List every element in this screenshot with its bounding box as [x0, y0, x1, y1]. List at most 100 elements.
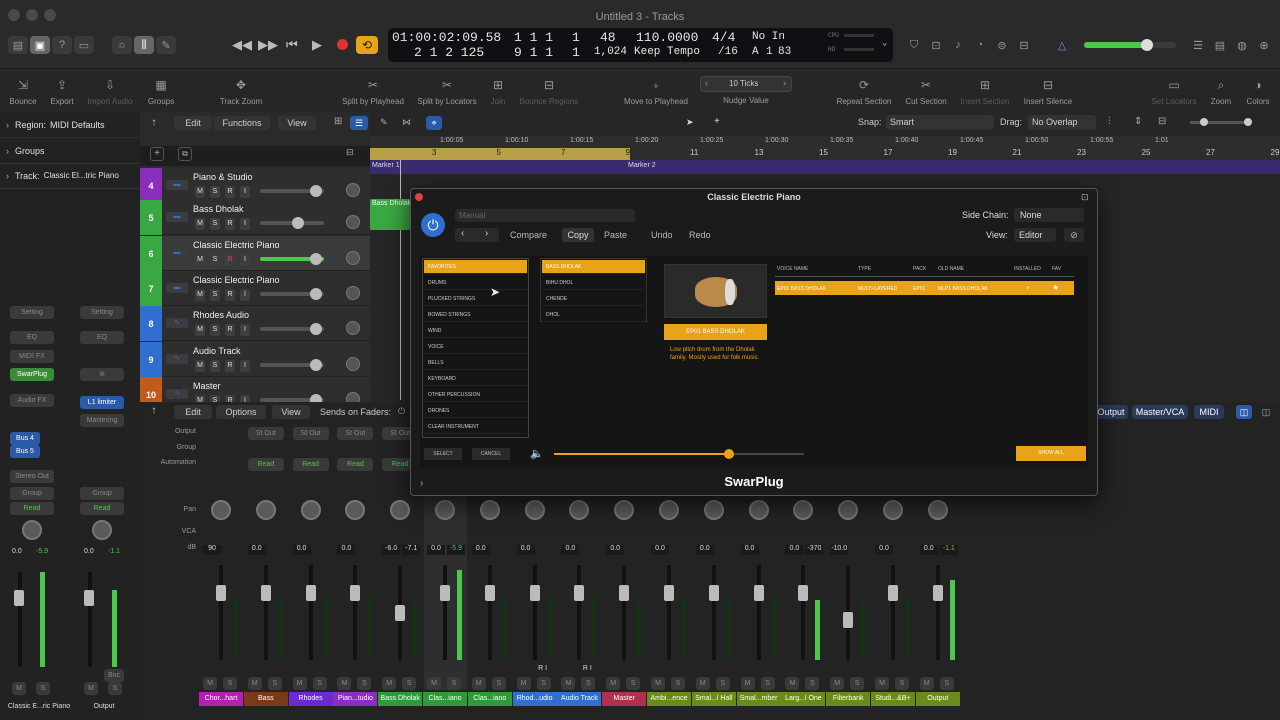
autopunch-icon[interactable]: ⊟ — [1014, 36, 1034, 54]
strip-fader[interactable] — [395, 605, 406, 621]
column-header[interactable]: INSTALLED — [1014, 266, 1041, 272]
subcategory-item[interactable]: DHOL — [542, 308, 645, 322]
track-input-button[interactable]: I — [240, 324, 250, 336]
volume-thumb[interactable] — [724, 449, 734, 459]
column-header[interactable]: TYPE — [858, 266, 871, 272]
strip-mute-button[interactable]: M — [830, 677, 845, 690]
strip-pan-knob[interactable] — [703, 500, 724, 520]
left-automation-read[interactable]: Read — [10, 502, 54, 515]
category-item[interactable]: DRUMS — [424, 276, 527, 290]
track-pan-knob[interactable] — [346, 357, 360, 371]
nudge-left-chevron-icon[interactable]: ‹ — [705, 78, 708, 88]
plugin-resize-icon[interactable]: ⊡ — [1081, 192, 1089, 203]
strip-mute-button[interactable]: M — [471, 677, 486, 690]
mixer-edit-menu[interactable]: Edit — [174, 405, 212, 419]
paste-button[interactable]: Paste — [604, 230, 627, 240]
strip-fader[interactable] — [753, 585, 764, 601]
strip-fader[interactable] — [574, 585, 585, 601]
lcd-display[interactable]: 01:00:02:09.58 1 1 1 1 2 1 2 125 9 1 1 1… — [388, 28, 893, 62]
strip-name[interactable]: Bass Dholak — [378, 692, 423, 706]
horizontal-zoom-thumb[interactable] — [1244, 118, 1252, 126]
secondary-tool-icon[interactable]: + — [714, 116, 720, 127]
repeat-section-button[interactable]: ⟳ Repeat Section — [832, 78, 896, 106]
next-preset-chevron-icon[interactable]: › — [485, 228, 488, 239]
side-chain-select[interactable]: None — [1014, 208, 1084, 222]
left-fader[interactable] — [14, 590, 24, 606]
strip-pan-knob[interactable] — [927, 500, 948, 520]
strip-name[interactable]: Chor...hart — [199, 692, 243, 706]
strip-name[interactable]: Output — [915, 692, 960, 706]
strip-pan-knob[interactable] — [748, 500, 769, 520]
bounce-button[interactable]: ⇲ Bounce — [6, 78, 40, 106]
track-volume-thumb[interactable] — [292, 217, 304, 229]
region-inspector[interactable]: › Region: MIDI Defaults — [0, 112, 140, 138]
track-record-button[interactable]: R — [225, 254, 235, 266]
global-tracks-icon[interactable]: ⊟ — [346, 147, 354, 158]
strip-record-input[interactable]: R I — [577, 665, 597, 672]
column-header[interactable]: PACK — [913, 266, 926, 272]
region-bass-dholak[interactable]: Bass Dholak — [370, 199, 411, 230]
strip-record-input[interactable]: R I — [533, 665, 553, 672]
strip-mute-button[interactable]: M — [427, 677, 441, 690]
strip-fader[interactable] — [888, 585, 898, 601]
strip-name[interactable]: Larg...l One — [781, 692, 826, 706]
track-pan-knob[interactable] — [346, 215, 360, 229]
select-button[interactable]: SELECT — [424, 448, 462, 460]
strip-pan-knob[interactable] — [479, 500, 500, 520]
strip-name[interactable]: Smal...l Hall — [691, 692, 736, 706]
l1-limiter-slot[interactable]: L1 limiter — [80, 396, 124, 409]
left-pan-knob[interactable] — [22, 520, 42, 540]
strip-mute-button[interactable]: M — [606, 677, 621, 690]
strip-solo-button[interactable]: S — [760, 677, 775, 690]
arrange-functions-menu[interactable]: Functions — [214, 116, 270, 130]
track-pan-knob[interactable] — [346, 321, 360, 335]
track-volume-thumb[interactable] — [310, 253, 322, 265]
strip-pan-knob[interactable] — [300, 500, 321, 520]
duplicate-track-icon[interactable]: ⧉ — [178, 147, 192, 161]
inspector-icon[interactable]: ▣ — [30, 36, 50, 54]
play-icon[interactable]: ▶ — [312, 37, 322, 53]
mixer-options-menu[interactable]: Options — [216, 405, 266, 419]
strip-solo-button[interactable]: S — [491, 677, 506, 690]
import-audio-button[interactable]: ⇩ Import Audio — [84, 78, 136, 106]
track-record-button[interactable]: R — [225, 186, 235, 198]
track-mute-button[interactable]: M — [195, 218, 205, 230]
track-zoom-button[interactable]: ✥ Track Zoom — [216, 78, 266, 106]
track-solo-button[interactable]: S — [210, 324, 220, 336]
strip-fader[interactable] — [619, 585, 630, 601]
track-input-button[interactable]: I — [240, 218, 250, 230]
bus5-send[interactable]: Bus 5 — [10, 445, 40, 458]
track-solo-button[interactable]: S — [210, 186, 220, 198]
track-row[interactable]: 4 ▬ Piano & Studio M S R I — [140, 168, 370, 203]
right-bounce-button[interactable]: Bnc — [104, 669, 124, 682]
groups-inspector[interactable]: › Groups — [0, 138, 140, 164]
toolbar-icon[interactable]: ▭ — [74, 36, 94, 54]
strip-mute-button[interactable]: M — [561, 677, 576, 690]
strip-solo-button[interactable]: S — [402, 677, 417, 690]
strip-fader[interactable] — [529, 585, 540, 601]
browser-icon[interactable]: ◍ — [1232, 36, 1252, 54]
master-vca-filter-button[interactable]: Master/VCA — [1132, 405, 1188, 419]
strip-fader[interactable] — [708, 585, 719, 601]
strip-mute-button[interactable]: M — [695, 677, 710, 690]
strip-mute-button[interactable]: M — [292, 677, 307, 690]
copy-button[interactable]: Copy — [562, 228, 594, 242]
track-volume-thumb[interactable] — [310, 288, 322, 300]
track-mute-button[interactable]: M — [195, 360, 205, 372]
pointer-tool-icon[interactable]: ➤ — [686, 117, 694, 128]
strip-name[interactable]: Smal...mber — [736, 692, 781, 706]
list-view-icon[interactable]: ☰ — [350, 116, 368, 130]
subcategory-item[interactable]: CHENDE — [542, 292, 645, 306]
fast-forward-icon[interactable]: ▶▶ — [258, 37, 278, 53]
category-item[interactable]: OTHER PERCUSSION — [424, 388, 527, 402]
loop-browser-icon[interactable]: ⊕ — [1254, 36, 1274, 54]
strip-solo-button[interactable]: S — [357, 677, 372, 690]
strip-mute-button[interactable]: M — [919, 677, 934, 690]
track-mute-button[interactable]: M — [195, 324, 205, 336]
track-row[interactable]: 7 ▬ Classic Electric Piano M S R I — [140, 271, 370, 306]
vertical-zoom-icon[interactable]: ⇕ — [1134, 116, 1142, 127]
mixer-view-menu[interactable]: View — [272, 405, 310, 419]
category-item[interactable]: VOICE — [424, 340, 527, 354]
strip-solo-button[interactable]: S — [805, 677, 820, 690]
sends-power-icon[interactable]: ⏻ — [398, 406, 405, 417]
